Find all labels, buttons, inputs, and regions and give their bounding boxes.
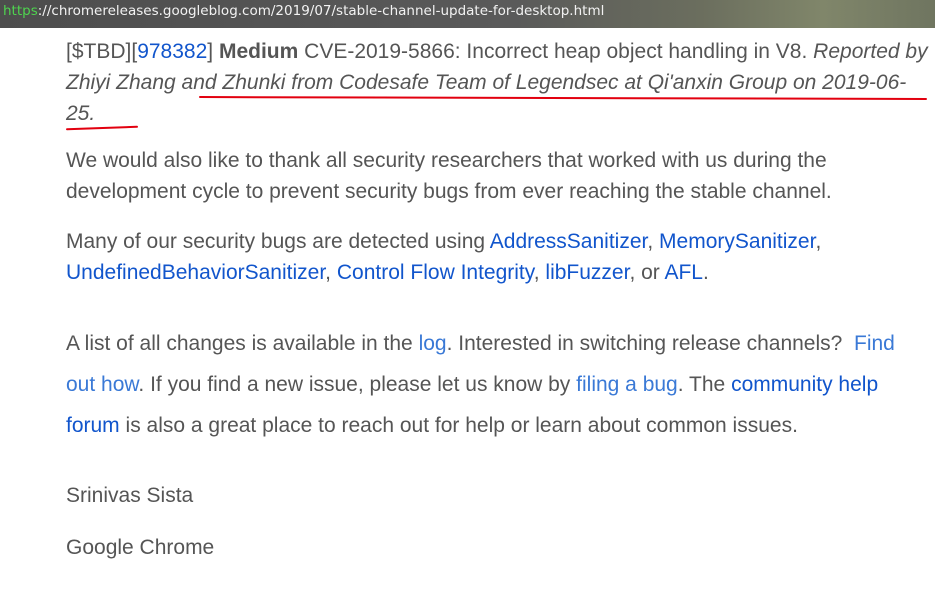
undefined-behavior-sanitizer-link[interactable]: UndefinedBehaviorSanitizer <box>66 261 325 284</box>
comma: , <box>647 230 654 253</box>
url-text: ://chromereleases.googleblog.com/2019/07… <box>37 3 605 19</box>
control-flow-integrity-link[interactable]: Control Flow Integrity <box>337 261 534 284</box>
changes-text-1: A list of all changes is available in th… <box>66 332 413 355</box>
memory-sanitizer-link[interactable]: MemorySanitizer <box>659 230 815 253</box>
or-text: , or <box>629 261 660 284</box>
bug-severity: Medium <box>218 40 299 63</box>
address-bar[interactable]: https://chromereleases.googleblog.com/20… <box>0 0 935 28</box>
log-link[interactable]: log <box>419 332 447 355</box>
comma: , <box>815 230 822 253</box>
post-body: [$TBD][978382] Medium CVE-2019-5866: Inc… <box>66 36 928 560</box>
tools-intro: Many of our security bugs are detected u… <box>66 230 486 253</box>
comma: , <box>325 261 332 284</box>
bug-bracket-close: ] <box>207 40 214 63</box>
reported-prefix: Reported by <box>813 40 928 63</box>
address-sanitizer-link[interactable]: AddressSanitizer <box>490 230 648 253</box>
changes-text-3: . If you find a new issue, please let us… <box>138 373 571 396</box>
signature-name: Srinivas Sista <box>66 484 194 507</box>
bug-description: CVE-2019-5866: Incorrect heap object han… <box>304 40 808 63</box>
changes-paragraph: A list of all changes is available in th… <box>66 323 928 446</box>
url-scheme: https <box>3 3 38 19</box>
reporter-name: Zhiyi Zhang and Zhunki from Codesafe Tea… <box>66 71 788 94</box>
comma: , <box>533 261 540 284</box>
signature-org: Google Chrome <box>66 536 215 559</box>
changes-text-4: . The <box>677 373 726 396</box>
period: . <box>702 261 709 284</box>
changes-text-2: . Interested in switching release channe… <box>446 332 843 355</box>
thanks-paragraph: We would also like to thank all security… <box>66 149 832 203</box>
filing-a-bug-link[interactable]: filing a bug <box>576 373 678 396</box>
changes-text-5: is also a great place to reach out for h… <box>125 414 798 437</box>
bug-id-link[interactable]: 978382 <box>137 40 207 63</box>
bug-entry: [$TBD][978382] Medium CVE-2019-5866: Inc… <box>66 36 928 129</box>
tools-paragraph: Many of our security bugs are detected u… <box>66 226 928 288</box>
bug-tbd: [$TBD] <box>66 40 132 63</box>
libfuzzer-link[interactable]: libFuzzer <box>545 261 629 284</box>
afl-link[interactable]: AFL <box>664 261 703 284</box>
